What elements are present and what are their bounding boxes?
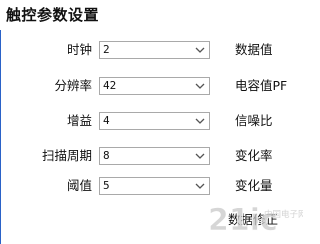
chevron-down-icon[interactable] <box>195 181 205 191</box>
svg-text:21ic: 21ic <box>208 203 278 238</box>
window-left-edge <box>0 30 1 244</box>
snr-label: 信噪比 <box>235 113 273 128</box>
threshold-label: 阈值 <box>66 178 92 193</box>
gain-select-value: 4 <box>103 114 110 127</box>
scan-period-label: 扫描周期 <box>41 148 92 163</box>
resolution-select-value: 42 <box>103 79 117 92</box>
change-rate-label: 变化率 <box>235 148 273 163</box>
chevron-down-icon[interactable] <box>195 116 205 126</box>
resolution-select[interactable]: 42 <box>99 77 210 95</box>
clock-select-value: 2 <box>103 43 110 56</box>
scan-period-select-value: 8 <box>103 149 110 162</box>
clock-label: 时钟 <box>66 42 92 57</box>
svg-text:中国电子网: 中国电子网 <box>264 209 303 220</box>
chevron-down-icon[interactable] <box>195 45 205 55</box>
threshold-select[interactable]: 5 <box>99 177 210 195</box>
capacitance-label: 电容值PF <box>235 78 288 93</box>
chevron-down-icon[interactable] <box>195 151 205 161</box>
resolution-label: 分辨率 <box>54 78 92 93</box>
change-amount-label: 变化量 <box>235 178 273 193</box>
gain-label: 增益 <box>66 113 92 128</box>
gain-select[interactable]: 4 <box>99 112 210 130</box>
site-watermark-logo: 21ic 中国电子网 <box>208 203 303 239</box>
data-value-label: 数据值 <box>235 42 273 57</box>
panel-title: 触控参数设置 <box>6 6 100 24</box>
threshold-select-value: 5 <box>103 179 110 192</box>
chevron-down-icon[interactable] <box>195 81 205 91</box>
clock-select[interactable]: 2 <box>99 41 210 59</box>
scan-period-select[interactable]: 8 <box>99 147 210 165</box>
